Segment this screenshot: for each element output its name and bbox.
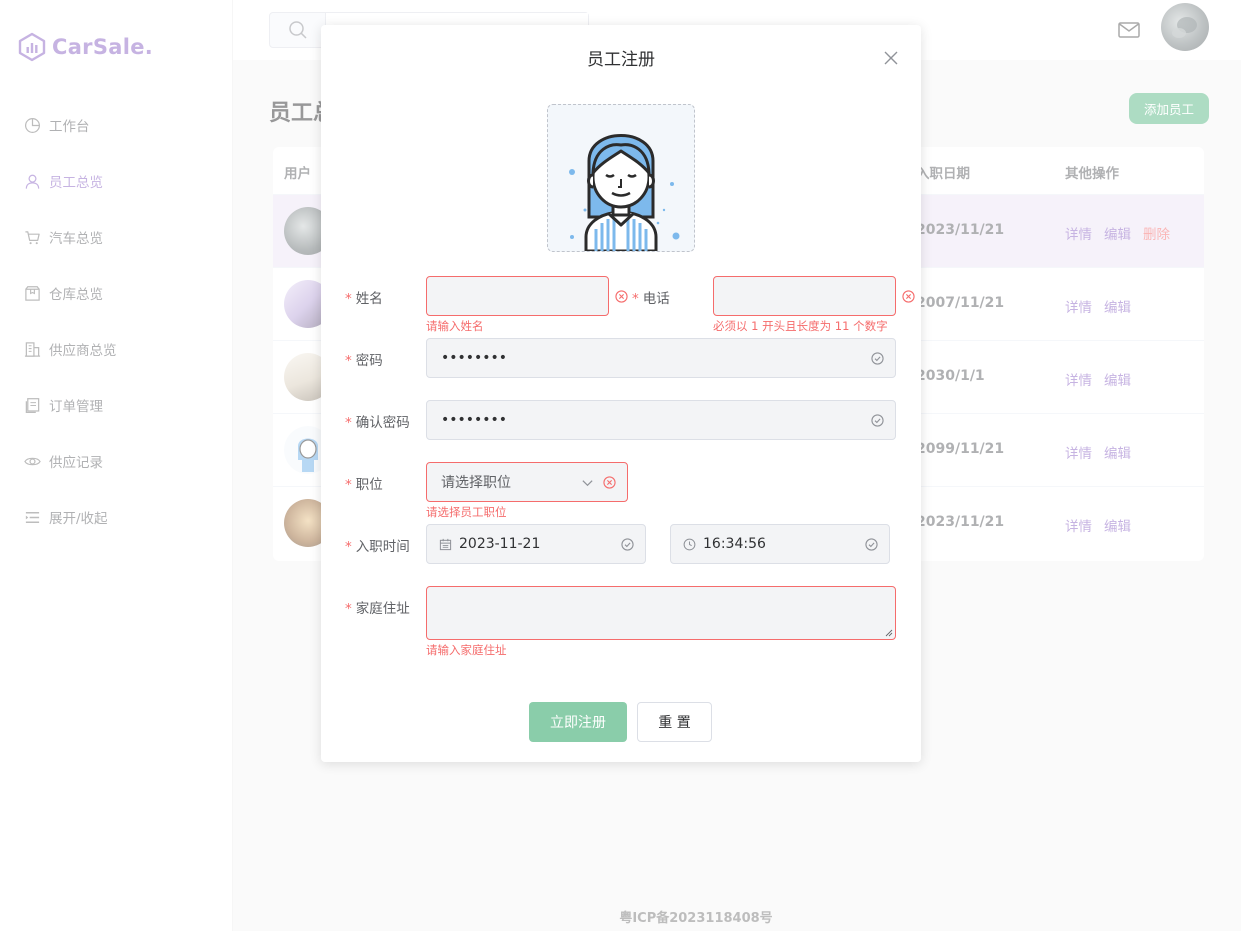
date-value: 2023-11-21 bbox=[459, 536, 541, 552]
position-select[interactable]: 请选择职位 bbox=[426, 462, 628, 502]
confirm-password-label-text: 确认密码 bbox=[355, 415, 410, 431]
register-dialog: 员工注册 * 姓名 请输入姓名 * 电话 必须以 1 开头且长度为 11 个数字… bbox=[321, 25, 921, 762]
position-label: * 职位 bbox=[345, 473, 425, 493]
address-input[interactable] bbox=[427, 587, 895, 639]
clock-icon bbox=[681, 536, 697, 552]
phone-error: 必须以 1 开头且长度为 11 个数字 bbox=[713, 319, 888, 333]
required-marker: * bbox=[345, 601, 352, 617]
phone-label: * 电话 bbox=[632, 287, 692, 307]
time-value: 16:34:56 bbox=[703, 536, 766, 552]
chevron-down-icon bbox=[579, 474, 595, 490]
name-field[interactable] bbox=[426, 276, 628, 316]
password-input[interactable]: •••••••• bbox=[427, 350, 869, 366]
name-error: 请输入姓名 bbox=[426, 319, 484, 333]
address-label-text: 家庭住址 bbox=[355, 601, 410, 617]
address-error: 请输入家庭住址 bbox=[426, 643, 507, 657]
address-label: * 家庭住址 bbox=[345, 597, 425, 617]
position-label-text: 职位 bbox=[355, 477, 383, 493]
error-circle-icon bbox=[601, 474, 617, 490]
dialog-title: 员工注册 bbox=[587, 50, 655, 70]
phone-label-text: 电话 bbox=[642, 291, 670, 307]
confirm-password-field[interactable]: •••••••• bbox=[426, 400, 896, 440]
check-circle-icon bbox=[869, 412, 885, 428]
resize-handle-icon[interactable] bbox=[885, 629, 893, 637]
required-marker: * bbox=[345, 415, 352, 431]
check-circle-icon bbox=[863, 536, 879, 552]
required-marker: * bbox=[632, 291, 639, 307]
name-label-text: 姓名 bbox=[355, 291, 383, 307]
confirm-password-input[interactable]: •••••••• bbox=[427, 412, 869, 428]
required-marker: * bbox=[345, 291, 352, 307]
check-circle-icon bbox=[619, 536, 635, 552]
position-error: 请选择员工职位 bbox=[426, 505, 507, 519]
hire-time-label-text: 入职时间 bbox=[355, 539, 410, 555]
phone-field[interactable] bbox=[713, 276, 915, 316]
required-marker: * bbox=[345, 477, 352, 493]
required-marker: * bbox=[345, 353, 352, 369]
close-icon[interactable] bbox=[883, 50, 899, 66]
error-circle-icon bbox=[902, 288, 915, 304]
avatar-placeholder-icon bbox=[569, 134, 680, 251]
check-circle-icon bbox=[869, 350, 885, 366]
time-picker[interactable]: 16:34:56 bbox=[670, 524, 890, 564]
date-picker[interactable]: 2023-11-21 bbox=[426, 524, 646, 564]
reset-button[interactable]: 重 置 bbox=[637, 702, 712, 742]
error-circle-icon bbox=[615, 288, 628, 304]
position-placeholder: 请选择职位 bbox=[441, 475, 511, 491]
phone-input[interactable] bbox=[714, 277, 902, 315]
hire-time-label: * 入职时间 bbox=[345, 535, 425, 555]
confirm-password-label: * 确认密码 bbox=[345, 411, 425, 431]
required-marker: * bbox=[345, 539, 352, 555]
name-label: * 姓名 bbox=[345, 287, 411, 307]
password-label: * 密码 bbox=[345, 349, 425, 369]
password-label-text: 密码 bbox=[355, 353, 383, 369]
password-field[interactable]: •••••••• bbox=[426, 338, 896, 378]
name-input[interactable] bbox=[427, 277, 615, 315]
calendar-icon bbox=[437, 536, 453, 552]
avatar-upload[interactable] bbox=[547, 104, 695, 252]
address-field[interactable] bbox=[426, 586, 896, 640]
register-submit-button[interactable]: 立即注册 bbox=[529, 702, 627, 742]
